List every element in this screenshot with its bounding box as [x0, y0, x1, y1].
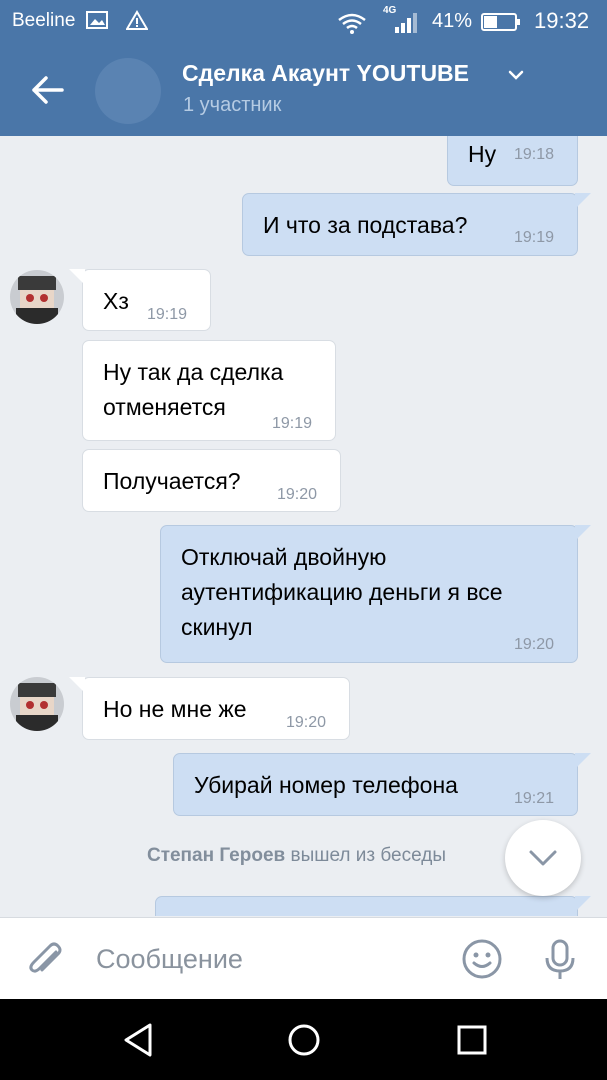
message-time: 19:20	[277, 486, 318, 503]
wifi-icon	[338, 13, 366, 34]
message-bubble-incoming[interactable]: Ну так да сделка отменяется 19:19	[82, 340, 336, 441]
scroll-down-button[interactable]	[505, 820, 581, 896]
sender-avatar-image	[10, 677, 64, 731]
message-text: Ну так да сделка отменяется	[103, 359, 284, 420]
paperclip-icon[interactable]	[26, 938, 66, 982]
message-bubble-incoming[interactable]: Но не мне же 19:20	[69, 677, 350, 740]
back-arrow-icon[interactable]	[24, 70, 70, 110]
message-time: 19:19	[514, 229, 555, 246]
microphone-icon[interactable]	[542, 938, 578, 982]
emoji-icon[interactable]	[461, 938, 503, 980]
message-text: Получается?	[103, 468, 241, 494]
android-nav-bar	[0, 999, 607, 1080]
message-time: 19:20	[514, 636, 555, 653]
home-circle-icon[interactable]	[285, 1021, 323, 1059]
message-text: И что за подстава?	[263, 212, 468, 238]
message-text: Ну	[468, 141, 497, 167]
message-bubble-outgoing[interactable]	[155, 896, 591, 916]
image-icon	[86, 11, 108, 29]
chat-title[interactable]: Сделка Акаунт YOUTUBE	[182, 60, 469, 87]
message-composer	[0, 917, 607, 999]
recents-square-icon[interactable]	[454, 1021, 490, 1059]
system-message-name[interactable]: Степан Героев	[147, 845, 285, 866]
signal-icon	[395, 13, 417, 33]
message-input[interactable]	[96, 936, 436, 982]
message-bubble-outgoing[interactable]: Ну 19:18	[447, 136, 578, 186]
message-bubble-outgoing[interactable]: И что за подстава? 19:19	[242, 193, 591, 256]
carrier-name: Beeline	[12, 10, 76, 31]
message-time: 19:21	[514, 790, 555, 807]
battery-icon	[481, 13, 520, 31]
sender-avatar-image	[10, 270, 64, 324]
chevron-down-icon[interactable]	[507, 68, 525, 82]
message-text: Хз	[103, 288, 129, 314]
sender-avatar[interactable]	[10, 270, 64, 324]
message-time: 19:18	[514, 146, 555, 163]
sender-avatar[interactable]	[10, 677, 64, 731]
message-time: 19:20	[286, 714, 327, 731]
clock: 19:32	[534, 8, 590, 33]
chat-avatar[interactable]	[95, 58, 161, 124]
message-time: 19:19	[272, 415, 313, 432]
warning-icon	[126, 10, 148, 30]
message-time: 19:19	[147, 306, 188, 323]
chat-subtitle: 1 участник	[183, 94, 282, 116]
message-bubble-incoming[interactable]: Получается? 19:20	[82, 449, 341, 512]
chat-header: Сделка Акаунт YOUTUBE 1 участник	[0, 44, 607, 136]
status-bar: Beeline 4G 41% 19:32	[0, 0, 607, 44]
battery-percent: 41%	[432, 10, 473, 32]
message-bubble-incoming[interactable]: Хз 19:19	[69, 269, 211, 331]
chevron-down-icon	[529, 850, 557, 866]
message-text: Отключай двойную аутентификацию деньги я…	[181, 544, 503, 640]
message-bubble-outgoing[interactable]: Отключай двойную аутентификацию деньги я…	[160, 525, 591, 663]
back-triangle-icon[interactable]	[120, 1021, 156, 1059]
message-text: Но не мне же	[103, 696, 247, 722]
system-message-text: вышел из беседы	[290, 845, 447, 866]
message-list[interactable]: Ну 19:18 И что за подстава? 19:19 Хз 19:…	[0, 136, 607, 916]
message-text: Убирай номер телефона	[194, 772, 458, 798]
message-bubble-outgoing[interactable]: Убирай номер телефона 19:21	[173, 753, 591, 816]
